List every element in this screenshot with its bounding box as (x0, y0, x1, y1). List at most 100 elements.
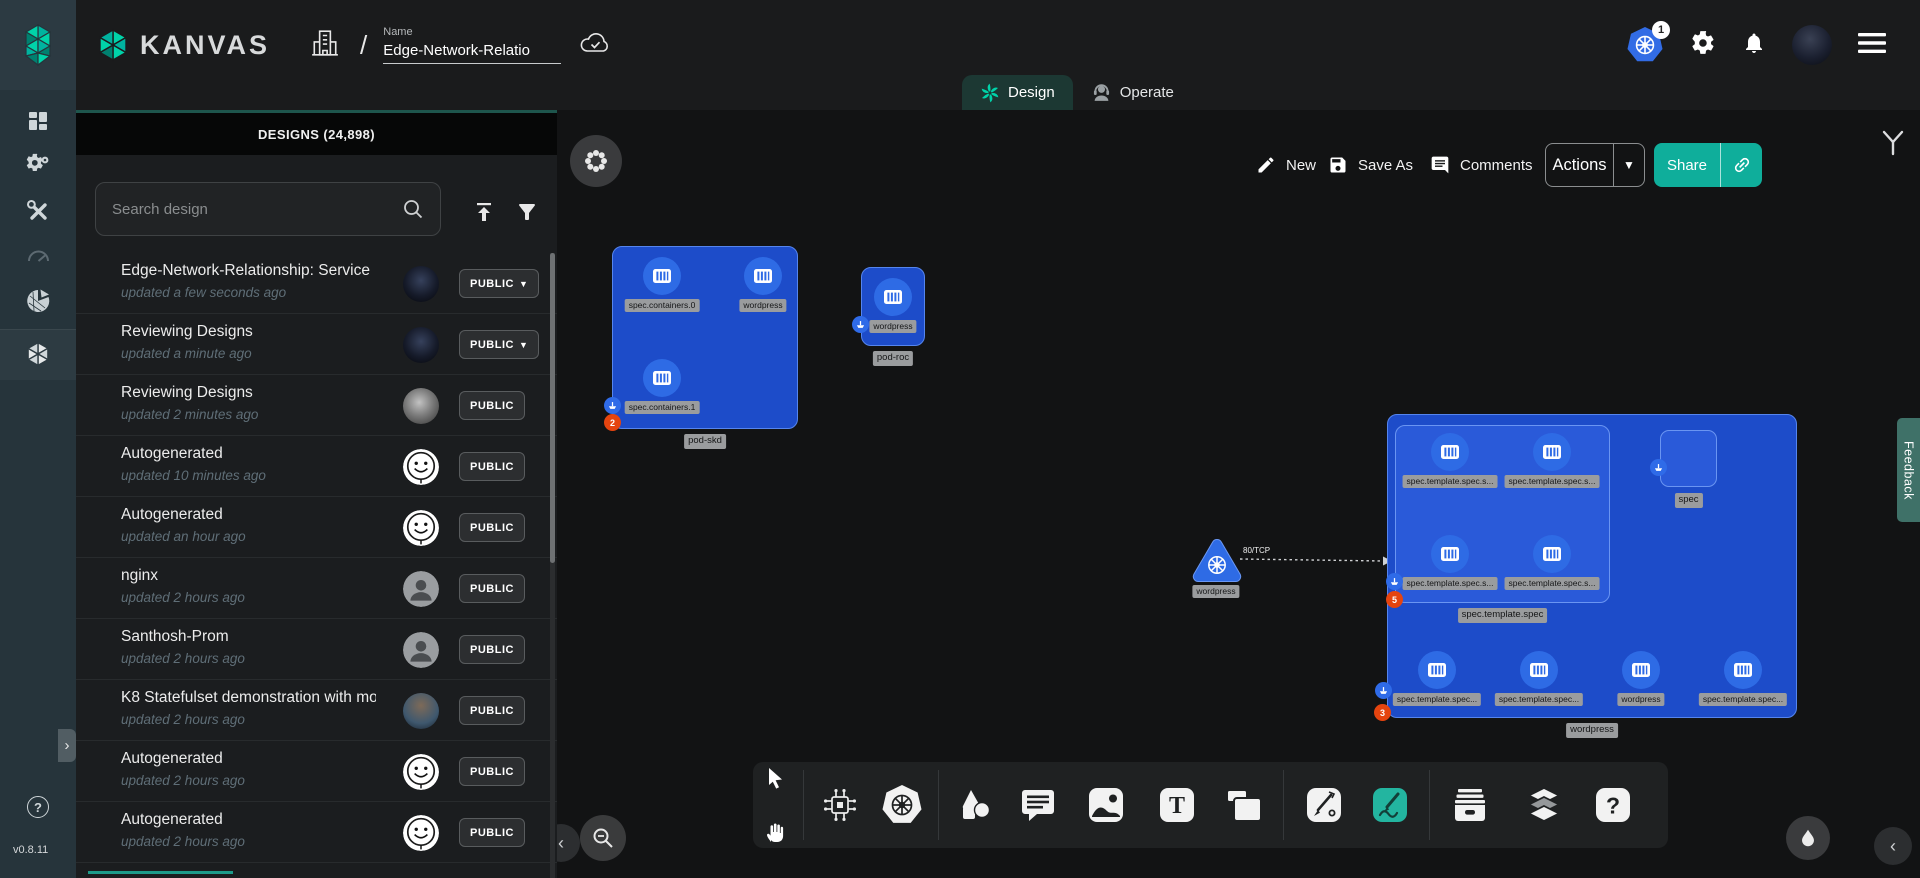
design-list-item[interactable]: Autogeneratedupdated 2 hours agoPUBLIC (76, 741, 557, 802)
visibility-button[interactable]: PUBLIC (459, 574, 525, 603)
user-avatar[interactable] (1792, 25, 1832, 65)
droplet-icon (1797, 827, 1819, 849)
components-chip-icon[interactable] (820, 785, 860, 825)
visibility-button[interactable]: PUBLIC (459, 635, 525, 664)
status-badge-blue[interactable] (852, 316, 869, 333)
kanvas-section-icon[interactable] (24, 340, 52, 368)
visibility-button[interactable]: PUBLIC (459, 757, 525, 786)
canvas-menu-button[interactable] (570, 135, 622, 187)
edge-service-to-deployment[interactable]: 80/TCP (1235, 540, 1400, 576)
status-badge-blue[interactable] (1375, 682, 1392, 699)
visibility-button[interactable]: PUBLIC (459, 452, 525, 481)
node-label: spec.template.spec.s... (1505, 475, 1600, 488)
container-node[interactable] (643, 359, 681, 397)
comments-button[interactable]: Comments (1430, 143, 1533, 187)
collapse-right-chevron[interactable]: ‹ (1874, 827, 1912, 865)
design-list-item[interactable]: Autogeneratedupdated 2 hours agoPUBLIC (76, 802, 557, 863)
status-badge-blue[interactable] (1386, 573, 1403, 590)
organization-icon[interactable] (310, 28, 340, 63)
group-label: spec.template.spec (1458, 608, 1548, 623)
status-badge-red[interactable]: 5 (1386, 591, 1403, 608)
import-design-icon[interactable] (471, 199, 497, 225)
container-node[interactable] (1431, 433, 1469, 471)
container-node[interactable] (1622, 651, 1660, 689)
container-node[interactable] (1418, 651, 1456, 689)
settings-gear-icon[interactable] (1690, 30, 1716, 61)
design-name-input[interactable] (383, 40, 561, 64)
feedback-tab[interactable]: Feedback (1897, 418, 1920, 522)
copy-link-icon[interactable] (1721, 143, 1762, 187)
container-node[interactable] (1533, 535, 1571, 573)
notifications-bell-icon[interactable] (1742, 31, 1766, 60)
design-list-item[interactable]: Reviewing Designsupdated 2 minutes agoPU… (76, 375, 557, 436)
select-tool-icon[interactable] (763, 766, 787, 790)
extensions-icon[interactable] (24, 287, 52, 315)
comment-tool-icon[interactable] (1019, 786, 1057, 824)
visibility-button[interactable]: PUBLIC▼ (459, 269, 539, 298)
design-title: nginx (121, 567, 158, 585)
design-list-item[interactable]: Santhosh-Promupdated 2 hours agoPUBLIC (76, 619, 557, 680)
container-node[interactable] (1520, 651, 1558, 689)
freehand-draw-icon[interactable] (1371, 786, 1409, 824)
image-tool-icon[interactable] (1087, 786, 1125, 824)
design-search-input[interactable] (112, 201, 402, 218)
list-loading-accent (88, 871, 233, 874)
share-button[interactable]: Share (1654, 143, 1762, 187)
sidebar-expand-button[interactable]: › (58, 729, 76, 762)
design-list-item[interactable]: Reviewing Designsupdated a minute agoPUB… (76, 314, 557, 375)
status-badge-red[interactable]: 3 (1374, 704, 1391, 721)
tab-design[interactable]: Design (962, 75, 1073, 110)
k8s-node-spec[interactable] (1660, 430, 1717, 487)
toolbar-help-icon[interactable]: ? (1594, 786, 1632, 824)
save-as-button[interactable]: Save As (1328, 143, 1413, 187)
status-badge-blue[interactable] (604, 397, 621, 414)
layers-icon[interactable] (1524, 785, 1564, 825)
tab-operate[interactable]: Operate (1073, 75, 1192, 110)
filter-icon[interactable] (514, 199, 540, 225)
container-node[interactable] (744, 257, 782, 295)
shapes-tool-icon[interactable] (956, 786, 994, 824)
actions-dropdown-button[interactable]: Actions ▼ (1545, 143, 1645, 187)
pen-tool-icon[interactable] (1305, 786, 1343, 824)
ink-drop-button[interactable] (1786, 816, 1830, 860)
status-badge-blue[interactable] (1650, 459, 1667, 476)
note-tool-icon[interactable] (1224, 785, 1264, 825)
saved-components-drawer-icon[interactable] (1450, 785, 1490, 825)
branch-icon[interactable] (1876, 126, 1910, 165)
visibility-button[interactable]: PUBLIC (459, 391, 525, 420)
lifecycle-gears-icon[interactable] (24, 152, 52, 180)
configuration-tools-icon[interactable] (24, 197, 52, 225)
visibility-button[interactable]: PUBLIC (459, 513, 525, 542)
kubernetes-context-icon[interactable]: 1 (1626, 26, 1664, 64)
design-list-item[interactable]: K8 Statefulset demonstration with moupda… (76, 680, 557, 741)
text-tool-icon[interactable]: T (1158, 786, 1196, 824)
visibility-button[interactable]: PUBLIC (459, 696, 525, 725)
search-icon[interactable] (402, 198, 424, 220)
new-button[interactable]: New (1256, 143, 1316, 187)
container-node[interactable] (1431, 535, 1469, 573)
help-icon[interactable]: ? (27, 796, 49, 818)
hamburger-menu-icon[interactable] (1858, 32, 1886, 59)
design-list-item[interactable]: nginxupdated 2 hours agoPUBLIC (76, 558, 557, 619)
zoom-button[interactable] (580, 815, 626, 861)
service-node-wordpress[interactable] (1189, 536, 1245, 584)
design-list-item[interactable]: Edge-Network-Relationship: Serviceupdate… (76, 253, 557, 314)
design-list-item[interactable]: Autogeneratedupdated an hour agoPUBLIC (76, 497, 557, 558)
container-node[interactable] (643, 257, 681, 295)
design-spiral-icon (980, 83, 1000, 103)
container-node[interactable] (874, 278, 912, 316)
design-list-item[interactable]: Autogeneratedupdated 10 minutes agoPUBLI… (76, 436, 557, 497)
kanvas-logo[interactable]: KANVAS (96, 28, 270, 62)
actions-caret-icon[interactable]: ▼ (1614, 144, 1644, 186)
performance-icon[interactable] (24, 242, 52, 270)
meshery-logo[interactable] (0, 0, 76, 90)
container-node[interactable] (1724, 651, 1762, 689)
panel-scrollbar-thumb[interactable] (550, 253, 555, 563)
visibility-button[interactable]: PUBLIC▼ (459, 330, 539, 359)
dashboard-icon[interactable] (24, 107, 52, 135)
kubernetes-wheel-icon[interactable] (880, 783, 924, 827)
status-badge-red[interactable]: 2 (604, 414, 621, 431)
visibility-button[interactable]: PUBLIC (459, 818, 525, 847)
pan-tool-icon[interactable] (763, 820, 787, 844)
container-node[interactable] (1533, 433, 1571, 471)
